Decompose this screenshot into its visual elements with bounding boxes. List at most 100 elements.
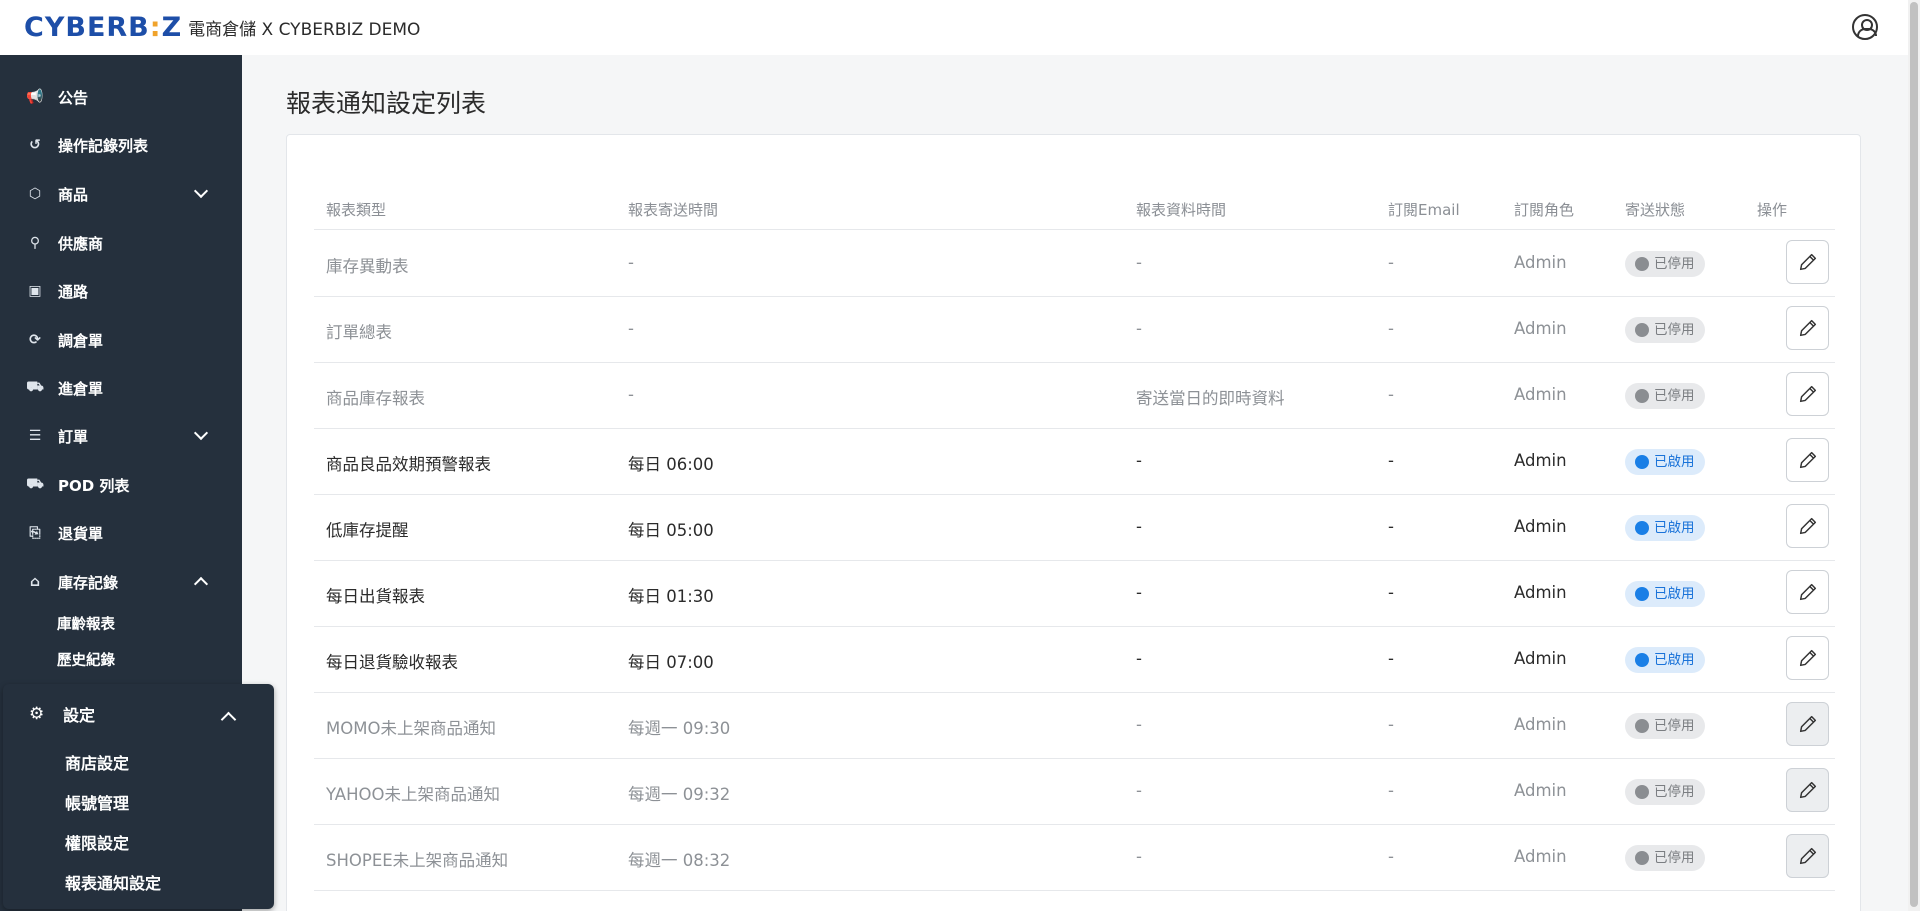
sidebar-subitem-inventory-age[interactable]: 庫齡報表 bbox=[57, 613, 115, 634]
sidebar-item-6[interactable]: ⛟ 進倉單 bbox=[0, 368, 242, 408]
cell-role: Admin bbox=[1514, 385, 1567, 404]
cell-data-time: - bbox=[1136, 451, 1142, 470]
column-header-data-time: 報表資料時間 bbox=[1136, 201, 1227, 219]
scrollbar-thumb[interactable] bbox=[1910, 2, 1918, 907]
cell-email: - bbox=[1388, 583, 1394, 602]
cell-send-time: 每週一 09:30 bbox=[628, 719, 731, 738]
sidebar-item-8[interactable]: ⛟ POD 列表 bbox=[0, 465, 242, 505]
cell-role: Admin bbox=[1514, 649, 1567, 668]
top-bar: CYBERB: Z 電商倉儲 X CYBERBIZ DEMO bbox=[0, 0, 1908, 55]
sidebar-item-2[interactable]: ⬡ 商品 bbox=[0, 174, 242, 214]
status-badge: 已停用 bbox=[1625, 383, 1705, 409]
chevron-down-icon[interactable] bbox=[193, 183, 209, 199]
sidebar-item-label: 退貨單 bbox=[58, 524, 104, 543]
package-icon: ⬡ bbox=[28, 186, 42, 202]
cyberbiz-logo[interactable]: CYBERB: Z bbox=[24, 12, 182, 43]
edit-button[interactable] bbox=[1786, 768, 1829, 812]
cell-send-time: 每週一 09:32 bbox=[628, 785, 731, 804]
cell-report-type: 庫存異動表 bbox=[326, 257, 409, 276]
cell-report-type: SHOPEE未上架商品通知 bbox=[326, 851, 509, 870]
cell-role: Admin bbox=[1514, 583, 1567, 602]
sidebar-item-5[interactable]: ⟳ 調倉單 bbox=[0, 320, 242, 360]
logo-text-end: Z bbox=[161, 12, 183, 43]
status-badge: 已啟用 bbox=[1625, 515, 1705, 541]
sidebar-item-10[interactable]: ⌂ 庫存記錄 bbox=[0, 562, 242, 602]
sidebar-item-7[interactable]: ☰ 訂單 bbox=[0, 416, 242, 456]
inbound-icon: ⛟ bbox=[26, 379, 44, 395]
column-header-status: 寄送狀態 bbox=[1625, 201, 1686, 219]
column-header-actions: 操作 bbox=[1757, 201, 1788, 219]
sidebar-item-label: 通路 bbox=[58, 282, 89, 301]
cell-send-time: 每日 07:00 bbox=[628, 653, 714, 672]
edit-button[interactable] bbox=[1786, 240, 1829, 284]
sidebar-item-label: 設定 bbox=[63, 706, 96, 725]
truck-icon: ⛟ bbox=[26, 476, 44, 492]
sidebar-item-9[interactable]: ⎘ 退貨單 bbox=[0, 513, 242, 553]
table-row: 每日出貨報表 每日 01:30 - - Admin 已啟用 bbox=[314, 561, 1835, 627]
edit-button[interactable] bbox=[1786, 702, 1829, 746]
pencil-icon bbox=[1799, 517, 1816, 535]
table-row: 訂單總表 - - - Admin 已停用 bbox=[314, 297, 1835, 363]
cell-role: Admin bbox=[1514, 451, 1567, 470]
column-header-send-time: 報表寄送時間 bbox=[628, 201, 719, 219]
cell-role: Admin bbox=[1514, 715, 1567, 734]
cell-send-time: 每日 06:00 bbox=[628, 455, 714, 474]
sidebar-item-4[interactable]: ▣ 通路 bbox=[0, 271, 242, 311]
sidebar-item-settings[interactable]: ⚙ 設定 bbox=[29, 702, 95, 726]
cell-email: - bbox=[1388, 715, 1394, 734]
edit-button[interactable] bbox=[1786, 636, 1829, 680]
column-header-role: 訂閱角色 bbox=[1514, 201, 1575, 219]
cell-send-time: - bbox=[628, 253, 634, 272]
cell-data-time: - bbox=[1136, 847, 1142, 866]
sidebar-item-label: 操作記錄列表 bbox=[58, 136, 149, 155]
sidebar-item-label: 調倉單 bbox=[58, 331, 104, 350]
table-row: SHOPEE未上架商品通知 每週一 08:32 - - Admin 已停用 bbox=[314, 825, 1835, 891]
pencil-icon bbox=[1799, 385, 1816, 403]
edit-button[interactable] bbox=[1786, 306, 1829, 350]
table-row: 庫存異動表 - - - Admin 已停用 bbox=[314, 231, 1835, 297]
cell-report-type: 訂單總表 bbox=[326, 323, 392, 342]
chevron-up-icon[interactable] bbox=[220, 711, 237, 728]
cell-role: Admin bbox=[1514, 847, 1567, 866]
user-account-icon[interactable] bbox=[1852, 14, 1878, 40]
page-scrollbar[interactable] bbox=[1908, 0, 1920, 911]
status-badge: 已停用 bbox=[1625, 713, 1705, 739]
settings-subitem-permissions[interactable]: 權限設定 bbox=[65, 830, 129, 854]
report-table-card: 報表類型 報表寄送時間 報表資料時間 訂閱Email 訂閱角色 寄送狀態 操作 … bbox=[286, 134, 1861, 911]
table-row: 低庫存提醒 每日 05:00 - - Admin 已啟用 bbox=[314, 495, 1835, 561]
chevron-up-icon[interactable] bbox=[193, 576, 209, 592]
cell-email: - bbox=[1388, 451, 1394, 470]
table-row: YAHOO未上架商品通知 每週一 09:32 - - Admin 已停用 bbox=[314, 759, 1835, 825]
table-header: 報表類型 報表寄送時間 報表資料時間 訂閱Email 訂閱角色 寄送狀態 操作 bbox=[314, 190, 1835, 230]
cell-data-time: - bbox=[1136, 715, 1142, 734]
cell-send-time: - bbox=[628, 385, 634, 404]
cell-report-type: 商品良品效期預警報表 bbox=[326, 455, 491, 474]
sidebar-item-3[interactable]: ⚲ 供應商 bbox=[0, 223, 242, 263]
sidebar-item-0[interactable]: 📢 公告 bbox=[0, 77, 242, 117]
settings-subitem-store[interactable]: 商店設定 bbox=[65, 750, 129, 774]
chevron-down-icon[interactable] bbox=[193, 425, 209, 441]
sidebar-item-label: POD 列表 bbox=[58, 476, 130, 495]
cell-report-type: 每日出貨報表 bbox=[326, 587, 425, 606]
edit-button[interactable] bbox=[1786, 834, 1829, 878]
cell-data-time: - bbox=[1136, 583, 1142, 602]
warehouse-icon: ⌂ bbox=[29, 574, 41, 590]
edit-button[interactable] bbox=[1786, 438, 1829, 482]
settings-subitem-report-notify[interactable]: 報表通知設定 bbox=[65, 870, 161, 894]
edit-button[interactable] bbox=[1786, 372, 1829, 416]
sidebar-subitem-history[interactable]: 歷史紀錄 bbox=[57, 649, 115, 670]
sidebar-item-label: 公告 bbox=[58, 88, 89, 107]
store-name: 電商倉儲 X CYBERBIZ DEMO bbox=[188, 20, 421, 40]
logo-text: CYBERB bbox=[24, 12, 150, 43]
settings-subitem-accounts[interactable]: 帳號管理 bbox=[65, 790, 129, 814]
cell-role: Admin bbox=[1514, 319, 1567, 338]
edit-button[interactable] bbox=[1786, 570, 1829, 614]
sidebar-item-1[interactable]: ↺ 操作記錄列表 bbox=[0, 125, 242, 165]
status-badge: 已啟用 bbox=[1625, 449, 1705, 475]
edit-button[interactable] bbox=[1786, 504, 1829, 548]
logo-dot: : bbox=[149, 12, 162, 43]
cell-email: - bbox=[1388, 847, 1394, 866]
sidebar-item-label: 供應商 bbox=[58, 234, 104, 253]
status-badge: 已啟用 bbox=[1625, 647, 1705, 673]
pencil-icon bbox=[1799, 451, 1816, 469]
